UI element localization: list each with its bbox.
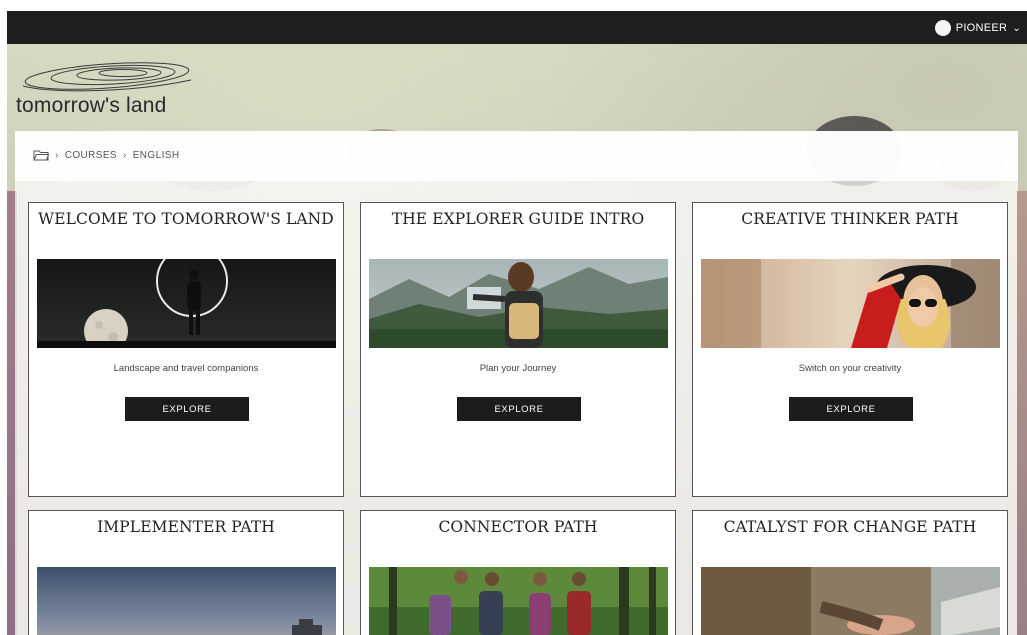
course-description: Switch on your creativity [798, 363, 902, 374]
swirl-logo-icon [22, 62, 192, 92]
course-title[interactable]: THE EXPLORER GUIDE INTRO [361, 210, 675, 228]
breadcrumb-separator: › [55, 149, 59, 161]
explore-button[interactable]: EXPLORE [125, 397, 249, 421]
course-card-implementer[interactable]: IMPLEMENTER PATH [28, 510, 344, 635]
course-description: Landscape and travel companions [113, 363, 259, 374]
course-card-explorer-guide[interactable]: THE EXPLORER GUIDE INTRO Plan your Journ… [360, 202, 676, 497]
forest-hikers-image[interactable] [369, 567, 668, 635]
breadcrumb-courses[interactable]: COURSES [65, 150, 117, 161]
course-title[interactable]: CONNECTOR PATH [361, 518, 675, 536]
course-card-catalyst[interactable]: CATALYST FOR CHANGE PATH [692, 510, 1008, 635]
course-content: › COURSES › ENGLISH WELCOME TO TOMORROW'… [15, 131, 1018, 635]
hiker-map-image[interactable] [369, 259, 668, 348]
chevron-down-icon[interactable]: ⌄ [1012, 23, 1021, 34]
folder-icon[interactable] [33, 149, 49, 161]
top-navbar: PIONEER ⌄ [7, 11, 1027, 44]
user-menu[interactable]: PIONEER ⌄ [934, 11, 1021, 44]
avatar[interactable] [934, 19, 951, 36]
user-name[interactable]: PIONEER [956, 22, 1008, 34]
page-frame: PIONEER ⌄ tomorrow's land › COURSES › EN… [7, 11, 1027, 635]
site-logo[interactable]: tomorrow's land [15, 58, 195, 120]
course-description: Plan your Journey [479, 363, 557, 374]
woman-hat-image[interactable] [701, 259, 1000, 348]
course-title[interactable]: CATALYST FOR CHANGE PATH [693, 518, 1007, 536]
course-card-creative-thinker[interactable]: CREATIVE THINKER PATH Switch on your cre… [692, 202, 1008, 497]
night-moon-image[interactable] [37, 259, 336, 348]
explore-button[interactable]: EXPLORE [789, 397, 913, 421]
breadcrumb-english[interactable]: ENGLISH [133, 150, 180, 161]
open-hand-image[interactable] [701, 567, 1000, 635]
course-card-welcome[interactable]: WELCOME TO TOMORROW'S LAND Landscape and… [28, 202, 344, 497]
breadcrumb: › COURSES › ENGLISH [15, 131, 1018, 181]
course-card-connector[interactable]: CONNECTOR PATH [360, 510, 676, 635]
course-title[interactable]: WELCOME TO TOMORROW'S LAND [29, 210, 343, 228]
course-title[interactable]: IMPLEMENTER PATH [29, 518, 343, 536]
breadcrumb-separator: › [123, 149, 127, 161]
dusk-landscape-image[interactable] [37, 567, 336, 635]
explore-button[interactable]: EXPLORE [457, 397, 581, 421]
logo-text: tomorrow's land [16, 94, 167, 117]
course-title[interactable]: CREATIVE THINKER PATH [693, 210, 1007, 228]
